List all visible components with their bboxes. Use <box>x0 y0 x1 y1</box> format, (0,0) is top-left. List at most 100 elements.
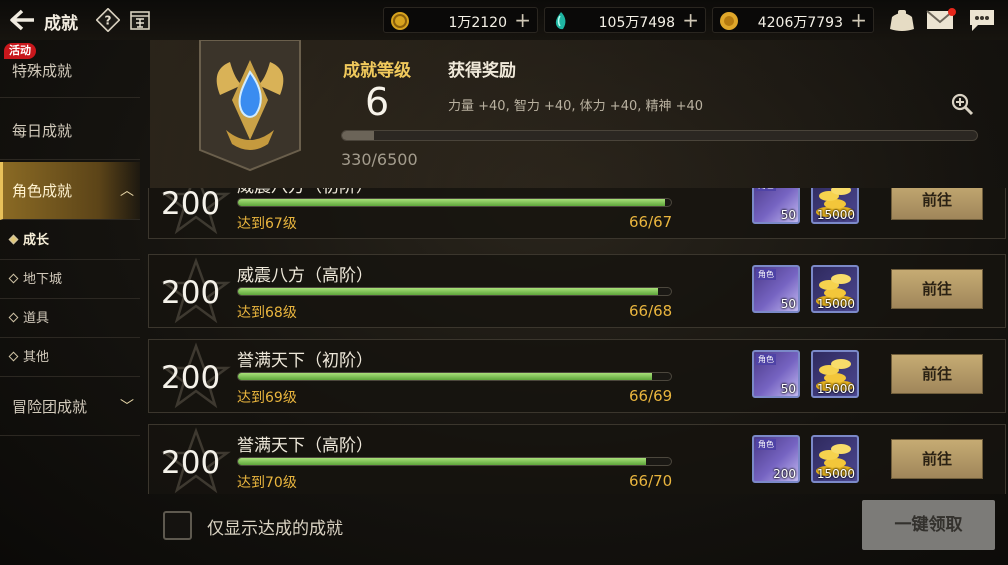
diamond-bullet-icon <box>8 351 19 362</box>
add-currency-button[interactable]: + <box>682 8 699 32</box>
sidebar-subitem-items[interactable]: 道具 <box>0 299 140 338</box>
gold-coin-icon[interactable]: 15000 <box>811 435 859 483</box>
achievement-progress-bar <box>237 457 672 466</box>
achievement-level-panel: 成就等级 6 获得奖励 力量 +40, 智力 +40, 体力 +40, 精神 +… <box>150 40 1008 188</box>
sidebar-subitem-label: 地下城 <box>23 272 63 287</box>
achievement-points: 200 <box>161 188 221 222</box>
go-button[interactable]: 前往 <box>891 439 983 479</box>
sidebar-subitem-other[interactable]: 其他 <box>0 338 140 377</box>
achievement-progress-fill <box>238 199 665 206</box>
sidebar-item-character[interactable]: 角色成就 ︿ <box>0 162 140 220</box>
achievement-name: 誉满天下（初阶） <box>237 351 373 371</box>
reward-tag: 角色 <box>756 439 776 450</box>
notification-dot <box>948 8 956 16</box>
sidebar-subitem-label: 道具 <box>23 311 50 326</box>
reward-label: 获得奖励 <box>448 61 516 81</box>
achievement-row: 200 誉满天下（高阶） 达到70级 66/70 角色 200 15000 前往 <box>148 424 1006 494</box>
achievement-name: 誉满天下（高阶） <box>237 436 373 456</box>
gold-coin-stack-icon <box>720 12 738 30</box>
back-arrow-icon[interactable] <box>8 8 36 32</box>
role-ticket-icon[interactable]: 角色 200 <box>752 435 800 483</box>
zoom-in-icon[interactable] <box>950 92 974 116</box>
achievement-progress-bar <box>237 372 672 381</box>
achievement-condition: 达到70级 <box>237 475 297 491</box>
reward-count: 15000 <box>816 208 855 222</box>
achievement-progress-text: 66/67 <box>629 213 673 231</box>
sidebar-item-label: 特殊成就 <box>12 62 73 80</box>
currency-value: 4206万7793 <box>757 15 843 31</box>
achievement-points: 200 <box>161 275 221 311</box>
reward-count: 50 <box>780 208 796 222</box>
gold-coin-icon[interactable]: 15000 <box>811 188 859 224</box>
help-icon[interactable]: ? <box>96 8 120 32</box>
reward-description: 力量 +40, 智力 +40, 体力 +40, 精神 +40 <box>448 99 704 114</box>
page-title: 成就 <box>44 14 78 34</box>
reward-count: 15000 <box>816 297 855 311</box>
achievement-progress-text: 66/69 <box>629 387 673 405</box>
achievement-row: 200 威震八方（初阶） 达到67级 66/67 角色 50 15000 前往 <box>148 188 1006 239</box>
achievement-progress-bar <box>237 198 672 207</box>
level-progress-bar <box>341 130 978 141</box>
achievement-name: 威震八方（高阶） <box>237 266 373 286</box>
reward-count: 50 <box>780 297 796 311</box>
chevron-up-icon: ︿ <box>120 183 134 199</box>
level-progress-text: 330/6500 <box>341 150 418 169</box>
achievement-condition: 达到68级 <box>237 305 297 321</box>
calendar-icon[interactable] <box>128 8 152 32</box>
chevron-down-icon: ﹀ <box>120 399 134 415</box>
role-ticket-icon[interactable]: 角色 50 <box>752 188 800 224</box>
go-button[interactable]: 前往 <box>891 188 983 220</box>
achievement-list[interactable]: 200 威震八方（初阶） 达到67级 66/67 角色 50 15000 前往 … <box>146 188 1008 494</box>
diamond-bullet-icon <box>8 312 19 323</box>
achievement-progress-text: 66/70 <box>629 472 673 490</box>
achievement-progress-fill <box>238 288 658 295</box>
add-currency-button[interactable]: + <box>850 8 867 32</box>
reward-tag: 角色 <box>756 354 776 365</box>
achievement-condition: 达到67级 <box>237 216 297 232</box>
currency-gold: 1万2120 + <box>383 7 538 33</box>
achievement-level-label: 成就等级 <box>343 61 411 81</box>
achievement-level-value: 6 <box>365 80 390 124</box>
gold-coin-icon[interactable]: 15000 <box>811 350 859 398</box>
role-ticket-icon[interactable]: 角色 50 <box>752 265 800 313</box>
achievement-row: 200 威震八方（高阶） 达到68级 66/68 角色 50 15000 前往 <box>148 254 1006 328</box>
sidebar-item-label: 冒险团成就 <box>12 398 88 416</box>
top-bar: 成就 ? 1万2120 + 105万7498 + 4206万7793 + <box>0 0 1008 40</box>
currency-value: 1万2120 <box>448 15 507 31</box>
gold-coin-icon <box>391 12 409 30</box>
reward-count: 200 <box>773 467 796 481</box>
gold-coin-icon[interactable]: 15000 <box>811 265 859 313</box>
go-button[interactable]: 前往 <box>891 269 983 309</box>
add-currency-button[interactable]: + <box>514 8 531 32</box>
show-completed-checkbox[interactable] <box>163 511 192 540</box>
crystal-icon <box>555 12 566 30</box>
sidebar-item-daily[interactable]: 每日成就 <box>0 102 140 160</box>
diamond-bullet-icon <box>8 234 19 245</box>
sidebar-item-label: 角色成就 <box>12 182 73 200</box>
sidebar: 特殊成就 活动 每日成就 角色成就 ︿ 成长 地下城 道具 其他 冒险团成就 ﹀ <box>0 40 140 565</box>
achievement-emblem-icon <box>199 40 301 172</box>
go-button[interactable]: 前往 <box>891 354 983 394</box>
show-completed-label: 仅显示达成的成就 <box>207 519 343 539</box>
achievement-name: 威震八方（初阶） <box>237 188 373 197</box>
reward-count: 50 <box>780 382 796 396</box>
claim-all-button[interactable]: 一键领取 <box>862 500 995 550</box>
sidebar-subitem-growth[interactable]: 成长 <box>0 221 140 260</box>
achievement-progress-text: 66/68 <box>629 302 673 320</box>
sidebar-item-adventure-group[interactable]: 冒险团成就 ﹀ <box>0 378 140 436</box>
level-progress-fill <box>342 131 375 140</box>
chat-icon[interactable] <box>968 8 996 32</box>
achievement-points: 200 <box>161 445 221 481</box>
sidebar-item-label: 每日成就 <box>12 122 73 140</box>
role-ticket-icon[interactable]: 角色 50 <box>752 350 800 398</box>
reward-tag: 角色 <box>756 269 776 280</box>
bag-icon[interactable] <box>887 7 917 33</box>
achievement-row: 200 誉满天下（初阶） 达到69级 66/69 角色 50 15000 前往 <box>148 339 1006 413</box>
currency-crystal: 105万7498 + <box>544 7 706 33</box>
reward-count: 15000 <box>816 467 855 481</box>
reward-count: 15000 <box>816 382 855 396</box>
currency-gold-coins: 4206万7793 + <box>712 7 874 33</box>
sidebar-subitem-dungeon[interactable]: 地下城 <box>0 260 140 299</box>
event-badge: 活动 <box>4 43 36 59</box>
currency-value: 105万7498 <box>598 15 675 31</box>
